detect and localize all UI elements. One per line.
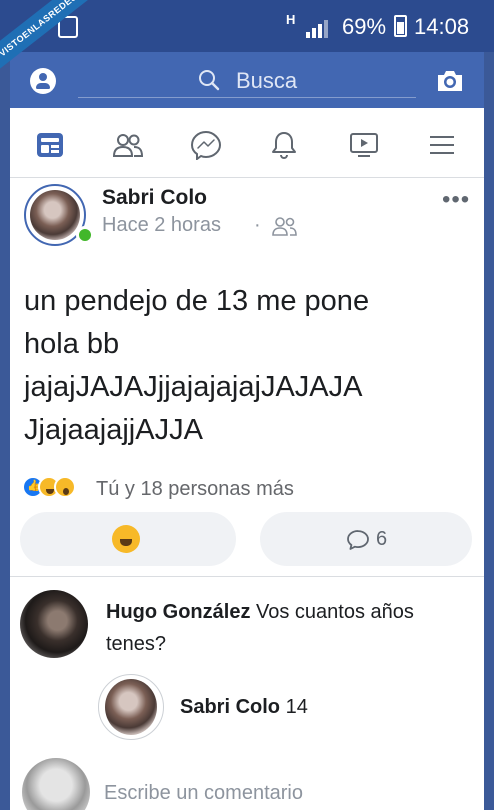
own-avatar [22, 758, 90, 810]
comment: Hugo González Vos cuantos años tenes? [106, 596, 478, 660]
signal-icon [306, 20, 328, 38]
comment-count: 6 [376, 528, 388, 550]
search-icon [199, 70, 220, 91]
network-type: H [286, 12, 296, 27]
separator-dot: · [254, 214, 261, 236]
battery-icon [394, 15, 407, 37]
post-author[interactable]: Sabri Colo [102, 186, 207, 210]
reply-photo [105, 679, 157, 735]
divider [10, 576, 484, 577]
online-indicator [76, 226, 94, 244]
watch-icon[interactable] [348, 130, 380, 160]
wow-reaction-icon [54, 476, 76, 498]
comment-icon [347, 530, 369, 550]
post-text-line: un pendejo de 13 me pone [24, 285, 370, 317]
friends-icon[interactable] [112, 130, 144, 160]
comment-author[interactable]: Hugo González [106, 601, 250, 623]
camera-icon[interactable] [436, 69, 464, 93]
friends-audience-icon [272, 217, 297, 236]
author-photo [30, 190, 80, 240]
messenger-icon[interactable] [190, 130, 222, 160]
clock: 14:08 [414, 14, 470, 39]
haha-icon [112, 525, 140, 553]
post-text-line: jajajJAJAJjjajajajajJAJAJA [24, 371, 363, 403]
search-placeholder: Busca [236, 68, 298, 93]
reaction-summary[interactable]: Tú y 18 personas más [96, 478, 294, 501]
profile-icon[interactable] [30, 68, 56, 94]
nav-tabs [10, 108, 484, 178]
reply-avatar[interactable] [98, 674, 164, 740]
comment-input[interactable]: Escribe un comentario [104, 782, 303, 805]
comment-button[interactable]: 6 [260, 512, 472, 566]
post-text: un pendejo de 13 me pone hola bb jajajJA… [24, 280, 476, 452]
commenter-avatar[interactable] [20, 590, 88, 658]
reply-text: 14 [285, 696, 308, 718]
post-text-line: hola bb [24, 328, 120, 360]
post-text-line: JjajaajajjAJJA [24, 414, 203, 446]
battery-percent: 69% [342, 14, 387, 39]
reply-author[interactable]: Sabri Colo [180, 696, 280, 718]
search-input[interactable]: Busca [78, 64, 416, 98]
feed: Sabri Colo Hace 2 horas · ••• un pendejo… [10, 108, 484, 810]
news-feed-icon[interactable] [34, 130, 66, 160]
react-button[interactable] [20, 512, 236, 566]
more-options-icon[interactable]: ••• [442, 188, 470, 212]
top-bar: Busca [10, 52, 484, 108]
menu-icon[interactable] [426, 130, 458, 160]
post-timestamp[interactable]: Hace 2 horas [102, 214, 221, 237]
notifications-icon[interactable] [268, 130, 300, 160]
reply: Sabri Colo 14 [180, 696, 308, 719]
